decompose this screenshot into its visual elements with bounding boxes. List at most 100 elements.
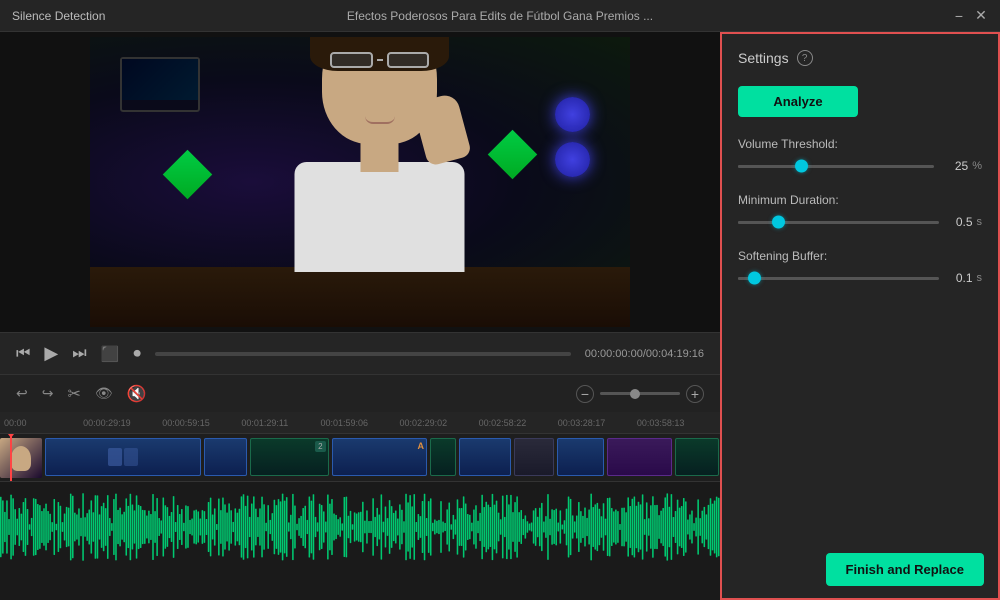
zoom-thumb xyxy=(630,389,640,399)
neon-orb-2 xyxy=(555,142,590,177)
zoom-in-button[interactable]: + xyxy=(686,385,704,403)
ruler-mark-2: 00:00:59:15 xyxy=(162,418,241,428)
skip-back-button[interactable]: ⏮ xyxy=(16,345,30,363)
softening-buffer-row: 0.1 s xyxy=(738,271,982,285)
min-duration-group: Minimum Duration: 0.5 s xyxy=(738,193,982,229)
clip-segments: 2 A xyxy=(44,438,720,478)
softening-buffer-label: Softening Buffer: xyxy=(738,249,982,263)
play-button[interactable]: ▶ xyxy=(44,343,58,364)
settings-panel: Settings ? Analyze Volume Threshold: 25 … xyxy=(720,32,1000,600)
playhead xyxy=(10,434,12,481)
main-content: ⏮ ▶ ⏭ ⬛ ⏺ 00:00:00:00/00:04:19:16 ↩ ↪ ✂ … xyxy=(0,32,1000,600)
record-button[interactable]: ⏺ xyxy=(133,345,141,362)
left-panel: ⏮ ▶ ⏭ ⬛ ⏺ 00:00:00:00/00:04:19:16 ↩ ↪ ✂ … xyxy=(0,32,720,600)
volume-threshold-value: 25 xyxy=(944,159,968,173)
track-thumbnail-start xyxy=(0,438,42,478)
softening-buffer-thumb[interactable] xyxy=(748,272,761,285)
title-bar: Silence Detection Efectos Poderosos Para… xyxy=(0,0,1000,32)
progress-bar[interactable] xyxy=(155,352,571,356)
person-glasses xyxy=(330,52,429,68)
time-display: 00:00:00:00/00:04:19:16 xyxy=(585,348,704,360)
zoom-slider[interactable] xyxy=(600,392,680,395)
clip-7 xyxy=(557,438,605,476)
min-duration-thumb[interactable] xyxy=(772,216,785,229)
finish-replace-button[interactable]: Finish and Replace xyxy=(826,553,984,586)
person-mouth xyxy=(365,116,395,124)
settings-header: Settings ? xyxy=(738,50,982,66)
softening-buffer-value: 0.1 xyxy=(949,271,973,285)
undo-button[interactable]: ↩ xyxy=(16,385,28,402)
analyze-button[interactable]: Analyze xyxy=(738,86,858,117)
ruler-mark-0: 00:00 xyxy=(4,418,83,428)
clip-6 xyxy=(514,438,553,476)
ruler-mark-5: 00:02:29:02 xyxy=(400,418,479,428)
volume-threshold-fill xyxy=(738,165,801,168)
person-neck xyxy=(361,140,399,172)
glass-left xyxy=(330,52,373,68)
app-title: Silence Detection xyxy=(12,9,105,23)
neon-orbs xyxy=(555,97,590,177)
ruler-mark-6: 00:02:58:22 xyxy=(479,418,558,428)
min-duration-value: 0.5 xyxy=(949,215,973,229)
diamond-left xyxy=(163,150,212,199)
video-frame xyxy=(90,37,630,327)
cut-button[interactable]: ✂ xyxy=(67,384,80,404)
track-audio xyxy=(0,482,720,577)
person-body xyxy=(295,162,465,272)
close-button[interactable]: ✕ xyxy=(974,9,988,23)
scene-monitor xyxy=(120,57,200,112)
window-controls: − ✕ xyxy=(952,9,988,23)
zoom-out-button[interactable]: − xyxy=(576,385,594,403)
settings-title: Settings xyxy=(738,50,789,66)
eye-button[interactable]: 👁 xyxy=(95,385,113,402)
min-duration-label: Minimum Duration: xyxy=(738,193,982,207)
ruler-marks: 00:00 00:00:29:19 00:00:59:15 00:01:29:1… xyxy=(4,418,716,428)
min-duration-row: 0.5 s xyxy=(738,215,982,229)
softening-buffer-unit: s xyxy=(977,272,983,284)
neon-orb-1 xyxy=(555,97,590,132)
help-icon[interactable]: ? xyxy=(797,50,813,66)
glass-bridge xyxy=(377,59,383,61)
clip-8 xyxy=(607,438,672,476)
clip-5 xyxy=(459,438,511,476)
video-preview xyxy=(0,32,720,332)
ruler-mark-8: 00:03:58:13 xyxy=(637,418,716,428)
toolbar-left: ↩ ↪ ✂ 👁 🔇 xyxy=(16,384,147,404)
volume-threshold-slider[interactable] xyxy=(738,165,934,168)
skip-forward-button[interactable]: ⏭ xyxy=(72,345,86,363)
minimize-button[interactable]: − xyxy=(952,9,966,23)
track-video: 2 A xyxy=(0,434,720,482)
monitor-screen xyxy=(122,59,198,100)
scene-background xyxy=(90,37,630,327)
ruler-mark-3: 00:01:29:11 xyxy=(241,418,320,428)
waveform-svg xyxy=(0,482,720,572)
video-title: Efectos Poderosos Para Edits de Fútbol G… xyxy=(347,9,653,23)
waveform xyxy=(0,482,720,577)
ruler-mark-1: 00:00:29:19 xyxy=(83,418,162,428)
min-duration-value-row: 0.5 s xyxy=(949,215,983,229)
toolbar-right: − + xyxy=(576,385,704,403)
no-audio-button[interactable]: 🔇 xyxy=(127,384,147,404)
player-controls: ⏮ ▶ ⏭ ⬛ ⏺ 00:00:00:00/00:04:19:16 xyxy=(0,332,720,374)
ruler-mark-4: 00:01:59:06 xyxy=(320,418,399,428)
clip-0 xyxy=(45,438,201,476)
timeline-area: 00:00 00:00:29:19 00:00:59:15 00:01:29:1… xyxy=(0,412,720,600)
crop-button[interactable]: ⬛ xyxy=(101,345,120,363)
ruler-mark-7: 00:03:28:17 xyxy=(558,418,637,428)
clip-9 xyxy=(675,438,719,476)
min-duration-slider[interactable] xyxy=(738,221,939,224)
clip-3: A xyxy=(332,438,427,476)
diamond-right xyxy=(488,130,537,179)
softening-buffer-slider[interactable] xyxy=(738,277,939,280)
timeline-ruler: 00:00 00:00:29:19 00:00:59:15 00:01:29:1… xyxy=(0,412,720,434)
volume-threshold-group: Volume Threshold: 25 % xyxy=(738,137,982,173)
softening-buffer-value-row: 0.1 s xyxy=(949,271,983,285)
redo-button[interactable]: ↪ xyxy=(42,385,54,402)
volume-threshold-unit: % xyxy=(972,160,982,172)
volume-threshold-label: Volume Threshold: xyxy=(738,137,982,151)
volume-threshold-thumb[interactable] xyxy=(795,160,808,173)
clip-2: 2 xyxy=(250,438,328,476)
scene-desk xyxy=(90,267,630,327)
softening-buffer-group: Softening Buffer: 0.1 s xyxy=(738,249,982,285)
volume-threshold-value-row: 25 % xyxy=(944,159,982,173)
